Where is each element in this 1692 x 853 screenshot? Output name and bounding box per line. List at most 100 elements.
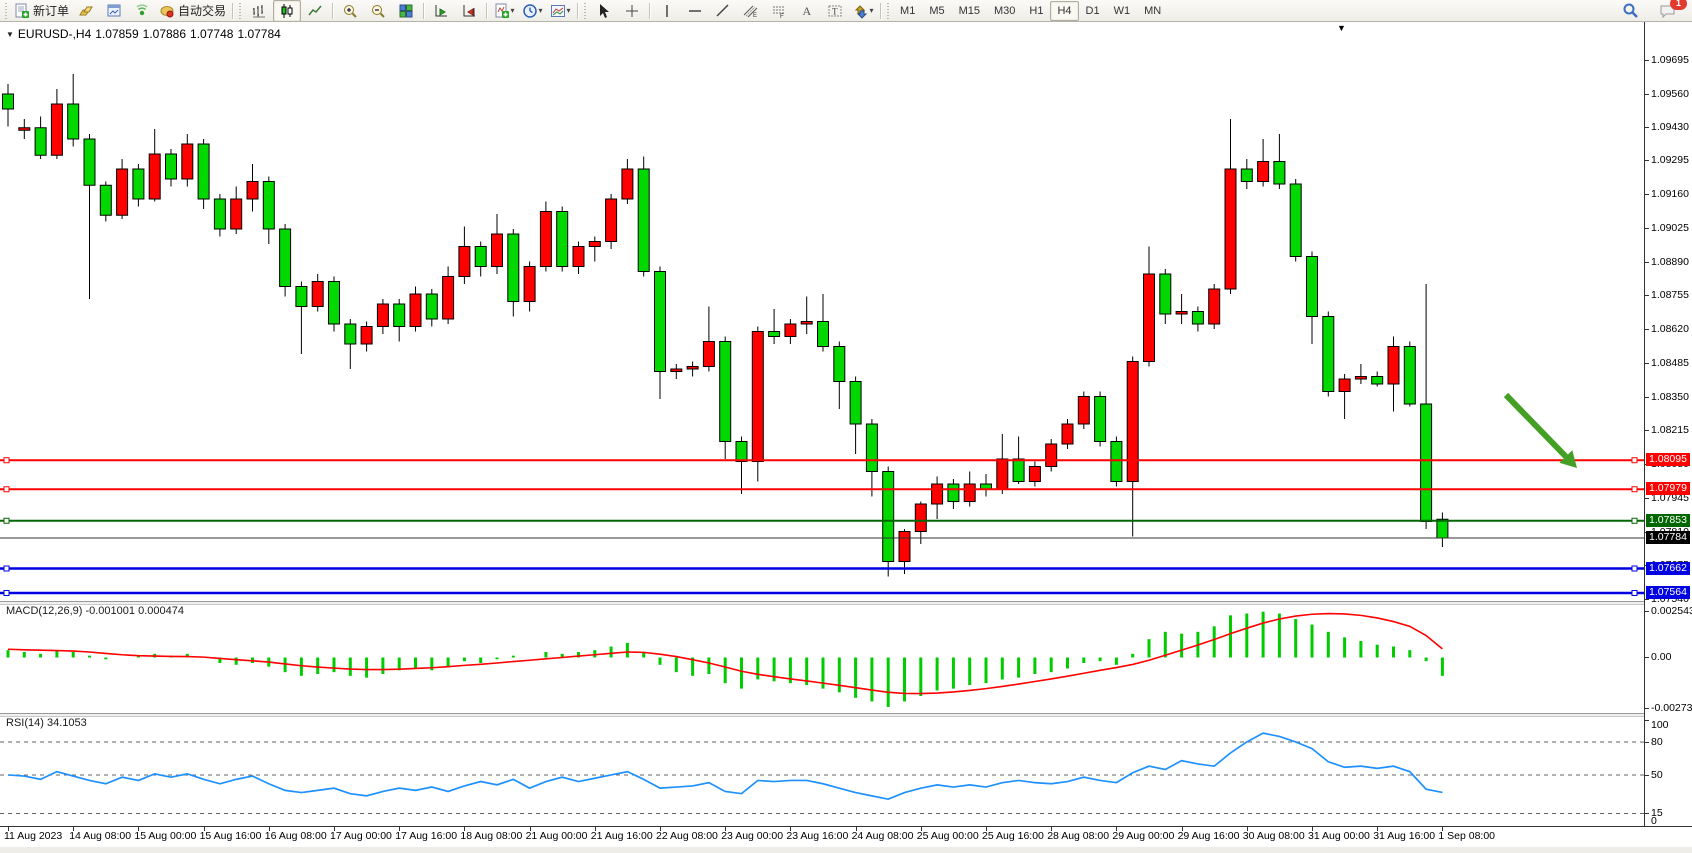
time-tick-label: 31 Aug 00:00 <box>1308 830 1370 842</box>
candlestick <box>1274 134 1285 189</box>
candlestick-mode-button[interactable] <box>273 0 301 22</box>
pane-separator[interactable] <box>0 713 1692 717</box>
line-handle[interactable] <box>4 566 9 571</box>
candlestick <box>1062 419 1073 449</box>
chart-window-button[interactable] <box>100 0 128 22</box>
line-handle[interactable] <box>4 458 9 463</box>
line-handle[interactable] <box>4 591 9 596</box>
line-handle[interactable] <box>4 487 9 492</box>
auto-scroll-button[interactable] <box>427 0 455 22</box>
timeframe-button-h4[interactable]: H4 <box>1050 1 1078 21</box>
arrows-tool-button[interactable]: ▾ <box>849 0 877 22</box>
arrows-dropdown-caret[interactable]: ▾ <box>870 6 874 15</box>
horizontal-line-object[interactable] <box>0 591 1644 596</box>
timeframe-group: M1M5M15M30H1H4D1W1MN <box>893 1 1168 21</box>
candlestick <box>1095 392 1106 447</box>
candlestick <box>1078 392 1089 430</box>
bar-chart-mode-button[interactable] <box>245 0 273 22</box>
templates-button[interactable]: ▾ <box>546 0 574 22</box>
price-tick-label: 1.09430 <box>1651 121 1689 133</box>
timeframe-button-h1[interactable]: H1 <box>1022 1 1050 21</box>
market-watch-button[interactable] <box>72 0 100 22</box>
chart-shift-marker[interactable]: ▼ <box>1337 23 1346 33</box>
axis-tickmark <box>1645 657 1649 658</box>
time-axis[interactable]: 11 Aug 202314 Aug 08:0015 Aug 00:0015 Au… <box>0 826 1692 847</box>
axis-tickmark <box>1645 194 1649 195</box>
candlestick <box>1339 374 1350 419</box>
arrow-annotation[interactable] <box>1506 395 1577 468</box>
timeframe-button-w1[interactable]: W1 <box>1107 1 1138 21</box>
chart-shift-button[interactable] <box>455 0 483 22</box>
new-order-button[interactable]: 新订单 <box>11 0 72 22</box>
search-button[interactable] <box>1616 0 1644 22</box>
templates-dropdown-caret[interactable]: ▾ <box>567 6 571 15</box>
current-price-chip: 1.07784 <box>1646 531 1690 544</box>
axis-tickmark <box>1645 813 1649 814</box>
zoom-in-button[interactable] <box>336 0 364 22</box>
axis-tickmark <box>1645 329 1649 330</box>
horizontal-line-object[interactable] <box>0 518 1644 523</box>
horizontal-line-object[interactable] <box>0 566 1644 571</box>
rsi-indicator-label: RSI(14) 34.1053 <box>6 717 87 729</box>
periods-button[interactable]: ▾ <box>518 0 546 22</box>
candlestick <box>1192 307 1203 332</box>
indicators-dropdown-caret[interactable]: ▾ <box>511 6 515 15</box>
notifications-button[interactable]: 1 <box>1654 0 1682 22</box>
indicators-icon <box>494 3 510 19</box>
line-handle[interactable] <box>1632 487 1637 492</box>
periods-dropdown-caret[interactable]: ▾ <box>539 6 543 15</box>
time-tick-label: 29 Aug 00:00 <box>1112 830 1174 842</box>
crosshair-tool-button[interactable] <box>618 0 646 22</box>
timeframe-button-d1[interactable]: D1 <box>1079 1 1107 21</box>
line-handle[interactable] <box>1632 518 1637 523</box>
line-handle[interactable] <box>4 518 9 523</box>
chart-expand-caret[interactable]: ▼ <box>6 30 14 39</box>
clock-icon <box>522 3 538 19</box>
timeframe-button-mn[interactable]: MN <box>1137 1 1168 21</box>
axis-tickmark <box>1645 611 1649 612</box>
equidistant-channel-tool-button[interactable]: E <box>737 0 765 22</box>
text-icon: A <box>799 3 815 19</box>
line-handle[interactable] <box>1632 458 1637 463</box>
trendline-tool-button[interactable] <box>709 0 737 22</box>
timeframe-button-m30[interactable]: M30 <box>987 1 1022 21</box>
axis-tickmark <box>1645 599 1649 600</box>
candlestick-icon <box>279 3 295 19</box>
text-tool-button[interactable]: A <box>793 0 821 22</box>
tile-windows-button[interactable] <box>392 0 420 22</box>
auto-scroll-icon <box>433 3 449 19</box>
candlestick <box>247 164 258 212</box>
line-handle[interactable] <box>1632 566 1637 571</box>
chart-canvas[interactable] <box>0 22 1644 846</box>
candlestick <box>1355 364 1366 384</box>
tile-windows-icon <box>398 3 414 19</box>
candlestick <box>1160 269 1171 324</box>
pane-separator[interactable] <box>0 601 1692 605</box>
text-label-tool-button[interactable]: T <box>821 0 849 22</box>
line-chart-mode-button[interactable] <box>301 0 329 22</box>
auto-trading-button[interactable]: 自动交易 <box>156 0 229 22</box>
price-axis[interactable]: 1.096951.095601.094301.092951.091601.090… <box>1644 22 1692 846</box>
vertical-line-tool-button[interactable] <box>653 0 681 22</box>
fibonacci-tool-button[interactable]: F <box>765 0 793 22</box>
zoom-out-button[interactable] <box>364 0 392 22</box>
timeframe-button-m15[interactable]: M15 <box>952 1 987 21</box>
horizontal-line-object[interactable] <box>0 487 1644 492</box>
time-tick-label: 23 Aug 00:00 <box>721 830 783 842</box>
candlestick <box>524 262 535 312</box>
line-handle[interactable] <box>1632 591 1637 596</box>
timeframe-button-m5[interactable]: M5 <box>922 1 951 21</box>
indicators-button[interactable]: ▾ <box>490 0 518 22</box>
horizontal-line-tool-button[interactable] <box>681 0 709 22</box>
candlestick <box>769 309 780 344</box>
axis-tickmark <box>1645 708 1649 709</box>
fibonacci-icon: F <box>771 3 787 19</box>
horizontal-line-object[interactable] <box>0 458 1644 463</box>
price-tick-label: 1.09695 <box>1651 54 1689 66</box>
axis-tickmark <box>1645 363 1649 364</box>
signal-button[interactable] <box>128 0 156 22</box>
svg-text:T: T <box>832 6 838 16</box>
cursor-tool-button[interactable] <box>590 0 618 22</box>
timeframe-button-m1[interactable]: M1 <box>893 1 922 21</box>
toolbar-grip <box>238 3 243 19</box>
